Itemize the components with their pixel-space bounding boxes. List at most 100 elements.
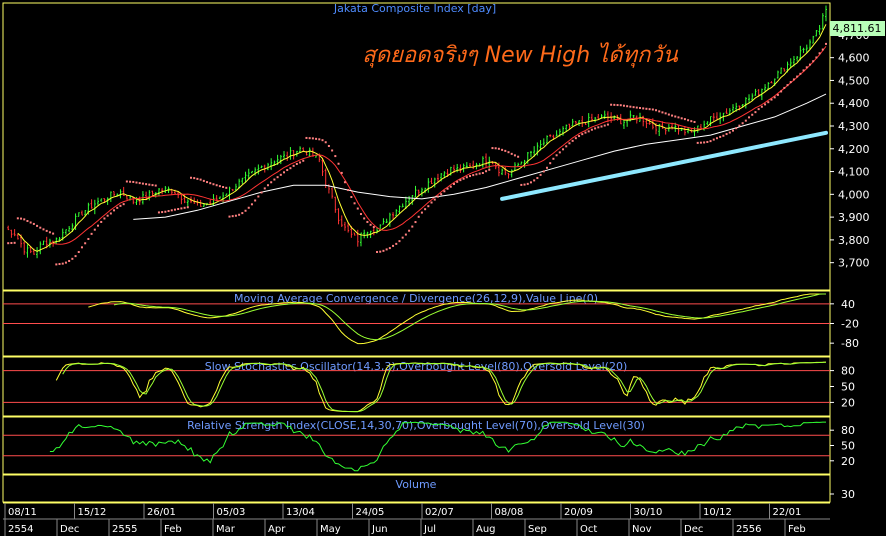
- osc-tick-label: 50: [841, 381, 855, 394]
- price-tick-label: 4,000: [838, 188, 870, 201]
- sar-dot: [632, 106, 635, 109]
- sar-dot: [767, 101, 770, 104]
- sar-dot: [215, 184, 218, 187]
- sar-dot: [751, 113, 754, 116]
- sar-dot: [520, 183, 523, 186]
- sar-dot: [671, 114, 674, 117]
- x-axis: 08/11 15/12 26/01 05/03 13/04 24/05 02/07 08/08…: [0, 502, 886, 536]
- x-month-label: 2555: [112, 524, 137, 535]
- sar-dot: [36, 224, 39, 227]
- sar-dot: [324, 141, 327, 144]
- sar-dot: [812, 60, 815, 63]
- sar-dot: [193, 177, 196, 180]
- sar-dot: [619, 104, 622, 107]
- sar-dot: [283, 171, 286, 174]
- sar-dot: [244, 209, 247, 212]
- sar-dot: [562, 148, 565, 151]
- sar-dot: [597, 126, 600, 129]
- sar-dot: [533, 179, 536, 182]
- sar-dot: [13, 241, 16, 244]
- sar-dot: [552, 157, 555, 160]
- sar-dot: [440, 193, 443, 196]
- last-price-label: 4,811.61: [833, 22, 882, 35]
- rsi-title: Relative Strength Index(CLOSE,14,30,70),…: [187, 419, 645, 432]
- sar-dot: [161, 211, 164, 214]
- sar-dot: [677, 116, 680, 119]
- sar-dot: [578, 135, 581, 138]
- sar-dot: [690, 120, 693, 123]
- osc-tick-label: 80: [841, 424, 855, 437]
- sar-dot: [84, 242, 87, 245]
- sar-dot: [106, 214, 109, 217]
- sar-dot: [517, 155, 520, 158]
- sar-dot: [392, 244, 395, 247]
- sar-dot: [266, 184, 269, 187]
- price-tick-label: 4,500: [838, 74, 870, 87]
- sar-dot: [154, 184, 157, 187]
- osc-tick-label: 20: [841, 396, 855, 409]
- sar-dot: [382, 249, 385, 252]
- sar-dot: [363, 217, 366, 220]
- sar-dot: [356, 207, 359, 210]
- sar-dot: [735, 127, 738, 130]
- x-date-label: 15/12: [78, 507, 107, 518]
- sar-dot: [725, 133, 728, 136]
- sar-dot: [635, 106, 638, 109]
- sar-dot: [228, 215, 231, 218]
- x-month-label: Mar: [216, 524, 236, 535]
- price-tick-label: 4,400: [838, 97, 870, 110]
- sar-dot: [427, 205, 430, 208]
- sar-dot: [472, 174, 475, 177]
- x-month-label: Dec: [684, 524, 703, 535]
- sar-dot: [109, 212, 112, 215]
- x-month-label: May: [320, 524, 341, 535]
- sar-dot: [16, 217, 19, 220]
- x-month-label: Jul: [423, 524, 436, 535]
- sar-dot: [529, 181, 532, 184]
- x-month-label: Oct: [580, 524, 597, 535]
- sar-dot: [238, 213, 241, 216]
- osc-tick-label: 20: [841, 455, 855, 468]
- sar-dot: [456, 180, 459, 183]
- sar-dot: [574, 137, 577, 140]
- sar-dot: [622, 104, 625, 107]
- x-month-label: 2556: [736, 524, 761, 535]
- sar-dot: [497, 147, 500, 150]
- sar-dot: [327, 145, 330, 148]
- sar-dot: [90, 232, 93, 235]
- sar-dot: [555, 154, 558, 157]
- sar-dot: [667, 113, 670, 116]
- sar-dot: [414, 221, 417, 224]
- sar-dot: [212, 183, 215, 186]
- x-date-label: 20/09: [564, 507, 593, 518]
- sar-dot: [173, 208, 176, 211]
- sar-dot: [164, 210, 167, 213]
- sar-dot: [449, 185, 452, 188]
- sar-dot: [491, 147, 494, 150]
- sar-dot: [655, 109, 658, 112]
- sar-dot: [74, 255, 77, 258]
- x-date-label: 02/07: [425, 507, 454, 518]
- sar-dot: [696, 141, 699, 144]
- x-date-label: 13/04: [286, 507, 315, 518]
- sar-dot: [385, 248, 388, 251]
- price-tick-label: 4,200: [838, 143, 870, 156]
- sar-dot: [664, 112, 667, 115]
- sar-dot: [42, 228, 45, 231]
- sar-dot: [821, 48, 824, 51]
- sar-dot: [250, 203, 253, 206]
- sar-dot: [584, 131, 587, 134]
- sar-dot: [369, 223, 372, 226]
- sar-dot: [334, 155, 337, 158]
- x-month-label: Apr: [268, 524, 286, 535]
- sar-dot: [748, 116, 751, 119]
- sar-dot: [299, 161, 302, 164]
- sar-dot: [157, 211, 160, 214]
- sar-dot: [594, 127, 597, 130]
- x-date-label: 24/05: [356, 507, 385, 518]
- sar-dot: [504, 149, 507, 152]
- sar-dot: [340, 171, 343, 174]
- osc-tick-label: 40: [841, 298, 855, 311]
- sar-dot: [501, 148, 504, 151]
- sar-dot: [780, 90, 783, 93]
